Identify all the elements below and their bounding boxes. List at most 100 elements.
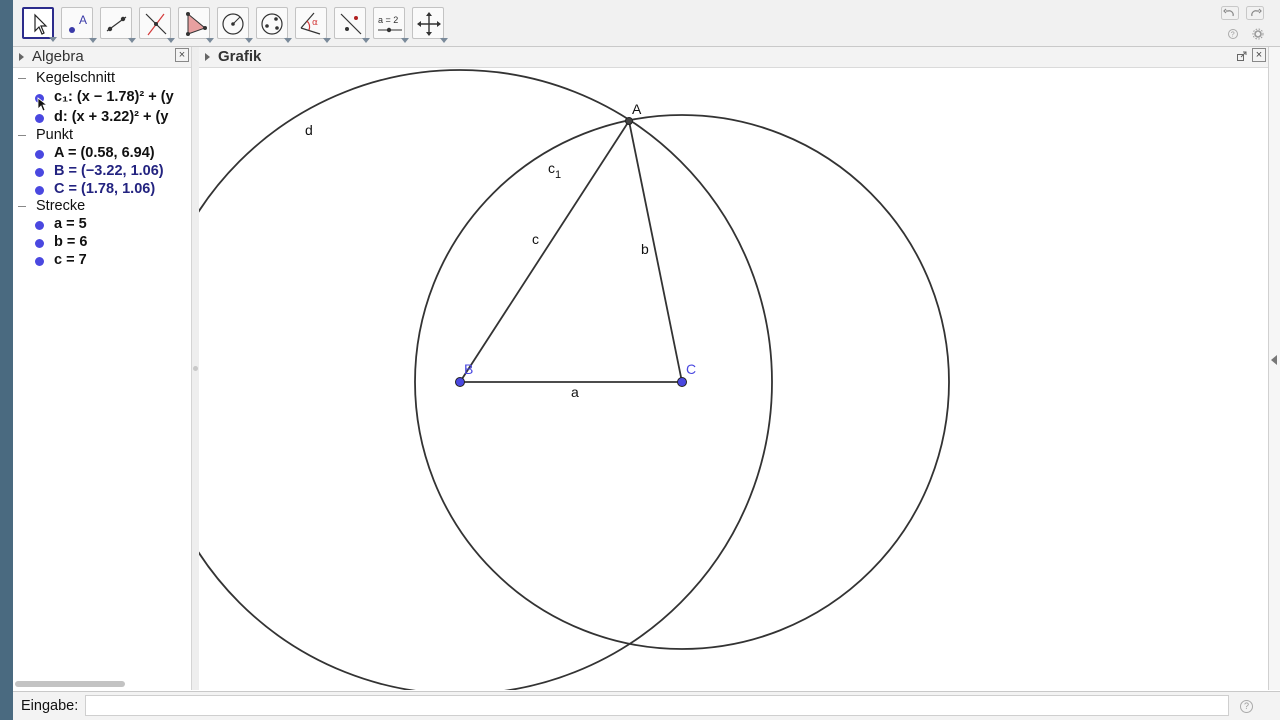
tool-menu-arrow — [323, 38, 331, 43]
geogebra-window: A α a = 2 ? Algebra × Kegelschnitt c₁: (… — [13, 0, 1280, 720]
algebra-header: Algebra × — [13, 47, 191, 68]
tool-menu-arrow — [362, 38, 370, 43]
algebra-title: Algebra — [32, 48, 84, 65]
graphics-header: Grafik × — [199, 47, 1268, 68]
input-label: Eingabe: — [21, 698, 79, 714]
graphics-view[interactable]: Grafik × A B C a b c c1 d — [199, 47, 1280, 690]
svg-text:A: A — [79, 13, 87, 27]
input-bar: Eingabe: ? — [13, 691, 1280, 720]
tool-menu-arrow — [401, 38, 409, 43]
move-tool-icon — [34, 13, 48, 35]
item-label: c₁: (x − 1.78)² + (y — [54, 89, 174, 105]
visibility-toggle-icon[interactable] — [35, 114, 44, 123]
item-label: c = 7 — [54, 252, 87, 268]
item-label: d: (x + 3.22)² + (y — [54, 109, 169, 125]
graphics-title: Grafik — [218, 48, 262, 65]
point-B[interactable] — [455, 377, 465, 387]
line-tool-icon — [106, 16, 127, 32]
graphics-collapse-arrow-icon[interactable] — [205, 53, 210, 61]
item-label: A = (0.58, 6.94) — [54, 145, 155, 161]
visibility-toggle-icon[interactable] — [35, 150, 44, 159]
tool-menu-arrow — [167, 38, 175, 43]
visibility-toggle-icon[interactable] — [35, 239, 44, 248]
svg-text:?: ? — [1231, 32, 1235, 39]
label-d: d — [305, 122, 313, 138]
move-tool-button[interactable] — [22, 7, 57, 42]
tool-menu-arrow — [284, 38, 292, 43]
item-label: b = 6 — [54, 234, 88, 250]
undo-button[interactable] — [1221, 6, 1239, 20]
collapse-minus-icon — [18, 135, 26, 136]
mouse-cursor-icon — [37, 97, 47, 112]
label-b: b — [641, 241, 649, 257]
move-graphics-view-tool-button[interactable] — [412, 7, 448, 43]
label-A: A — [632, 101, 642, 117]
item-label: C = (1.78, 1.06) — [54, 181, 156, 197]
visibility-toggle-icon[interactable] — [35, 221, 44, 230]
point-tool-icon: A — [69, 13, 87, 33]
segment-b[interactable] — [628, 120, 683, 383]
expand-panel-arrow-icon[interactable] — [1271, 355, 1277, 365]
algebra-view: Algebra × Kegelschnitt c₁: (x − 1.78)² +… — [13, 47, 192, 690]
tool-menu-arrow — [206, 38, 214, 43]
reflect-tool-icon — [340, 13, 362, 35]
toolbar: A α a = 2 ? — [13, 0, 1280, 47]
item-label: B = (−3.22, 1.06) — [54, 163, 164, 179]
right-panel-toggle[interactable] — [1268, 47, 1280, 690]
circle-tool-button[interactable] — [217, 7, 253, 43]
slider-tool-button[interactable]: a = 2 — [373, 7, 409, 43]
point-tool-button[interactable]: A — [61, 7, 97, 43]
label-c1: c1 — [548, 160, 561, 181]
point-A[interactable] — [625, 117, 633, 125]
visibility-toggle-icon[interactable] — [35, 186, 44, 195]
horizontal-scrollbar[interactable] — [15, 681, 125, 687]
label-c1-subscript: 1 — [555, 169, 561, 181]
redo-button[interactable] — [1246, 6, 1264, 20]
redo-icon — [1246, 6, 1264, 20]
perpendicular-line-tool-button[interactable] — [139, 7, 175, 43]
segment-c[interactable] — [459, 120, 630, 383]
label-C: C — [686, 361, 696, 377]
polygon-tool-icon — [186, 12, 207, 36]
tool-menu-arrow — [128, 38, 136, 43]
input-help-icon[interactable]: ? — [1240, 700, 1253, 713]
collapse-minus-icon — [18, 206, 26, 207]
graphics-close-button[interactable]: × — [1252, 48, 1266, 62]
splitter-grip-icon[interactable] — [193, 366, 198, 371]
visibility-toggle-icon[interactable] — [35, 257, 44, 266]
conic-tool-icon — [261, 13, 283, 35]
graphics-canvas[interactable]: A B C a b c c1 d — [199, 68, 1268, 690]
visibility-toggle-icon[interactable] — [35, 168, 44, 177]
point-C[interactable] — [677, 377, 687, 387]
angle-tool-button[interactable]: α — [295, 7, 331, 43]
item-label: a = 5 — [54, 216, 87, 232]
reflect-tool-button[interactable] — [334, 7, 370, 43]
gear-icon — [1252, 28, 1264, 40]
circle-tool-icon — [222, 13, 244, 35]
move-graphics-view-tool-icon — [417, 12, 441, 36]
slider-tool-icon: a = 2 — [378, 15, 402, 33]
help-icon: ? — [1228, 29, 1238, 39]
tool-menu-arrow — [440, 38, 448, 43]
view-splitter[interactable] — [192, 47, 199, 690]
polygon-tool-button[interactable] — [178, 7, 214, 43]
collapse-minus-icon — [18, 78, 26, 79]
svg-text:α: α — [312, 18, 318, 28]
algebra-collapse-arrow-icon[interactable] — [19, 53, 24, 61]
category-label: Strecke — [36, 198, 86, 214]
conic-tool-button[interactable] — [256, 7, 292, 43]
algebra-close-button[interactable]: × — [175, 48, 189, 62]
undo-icon — [1221, 6, 1239, 20]
undock-view-icon[interactable] — [1237, 51, 1247, 61]
angle-tool-icon: α — [300, 12, 321, 35]
slider-tool-text: a = 2 — [378, 15, 398, 25]
label-c1-base: c — [548, 160, 555, 176]
line-tool-button[interactable] — [100, 7, 136, 43]
tool-menu-arrow — [49, 37, 57, 42]
input-field[interactable] — [85, 695, 1229, 716]
settings-button[interactable] — [1249, 28, 1267, 42]
label-c: c — [532, 231, 539, 247]
tool-menu-arrow — [89, 38, 97, 43]
help-button[interactable]: ? — [1224, 28, 1242, 42]
tool-menu-arrow — [245, 38, 253, 43]
